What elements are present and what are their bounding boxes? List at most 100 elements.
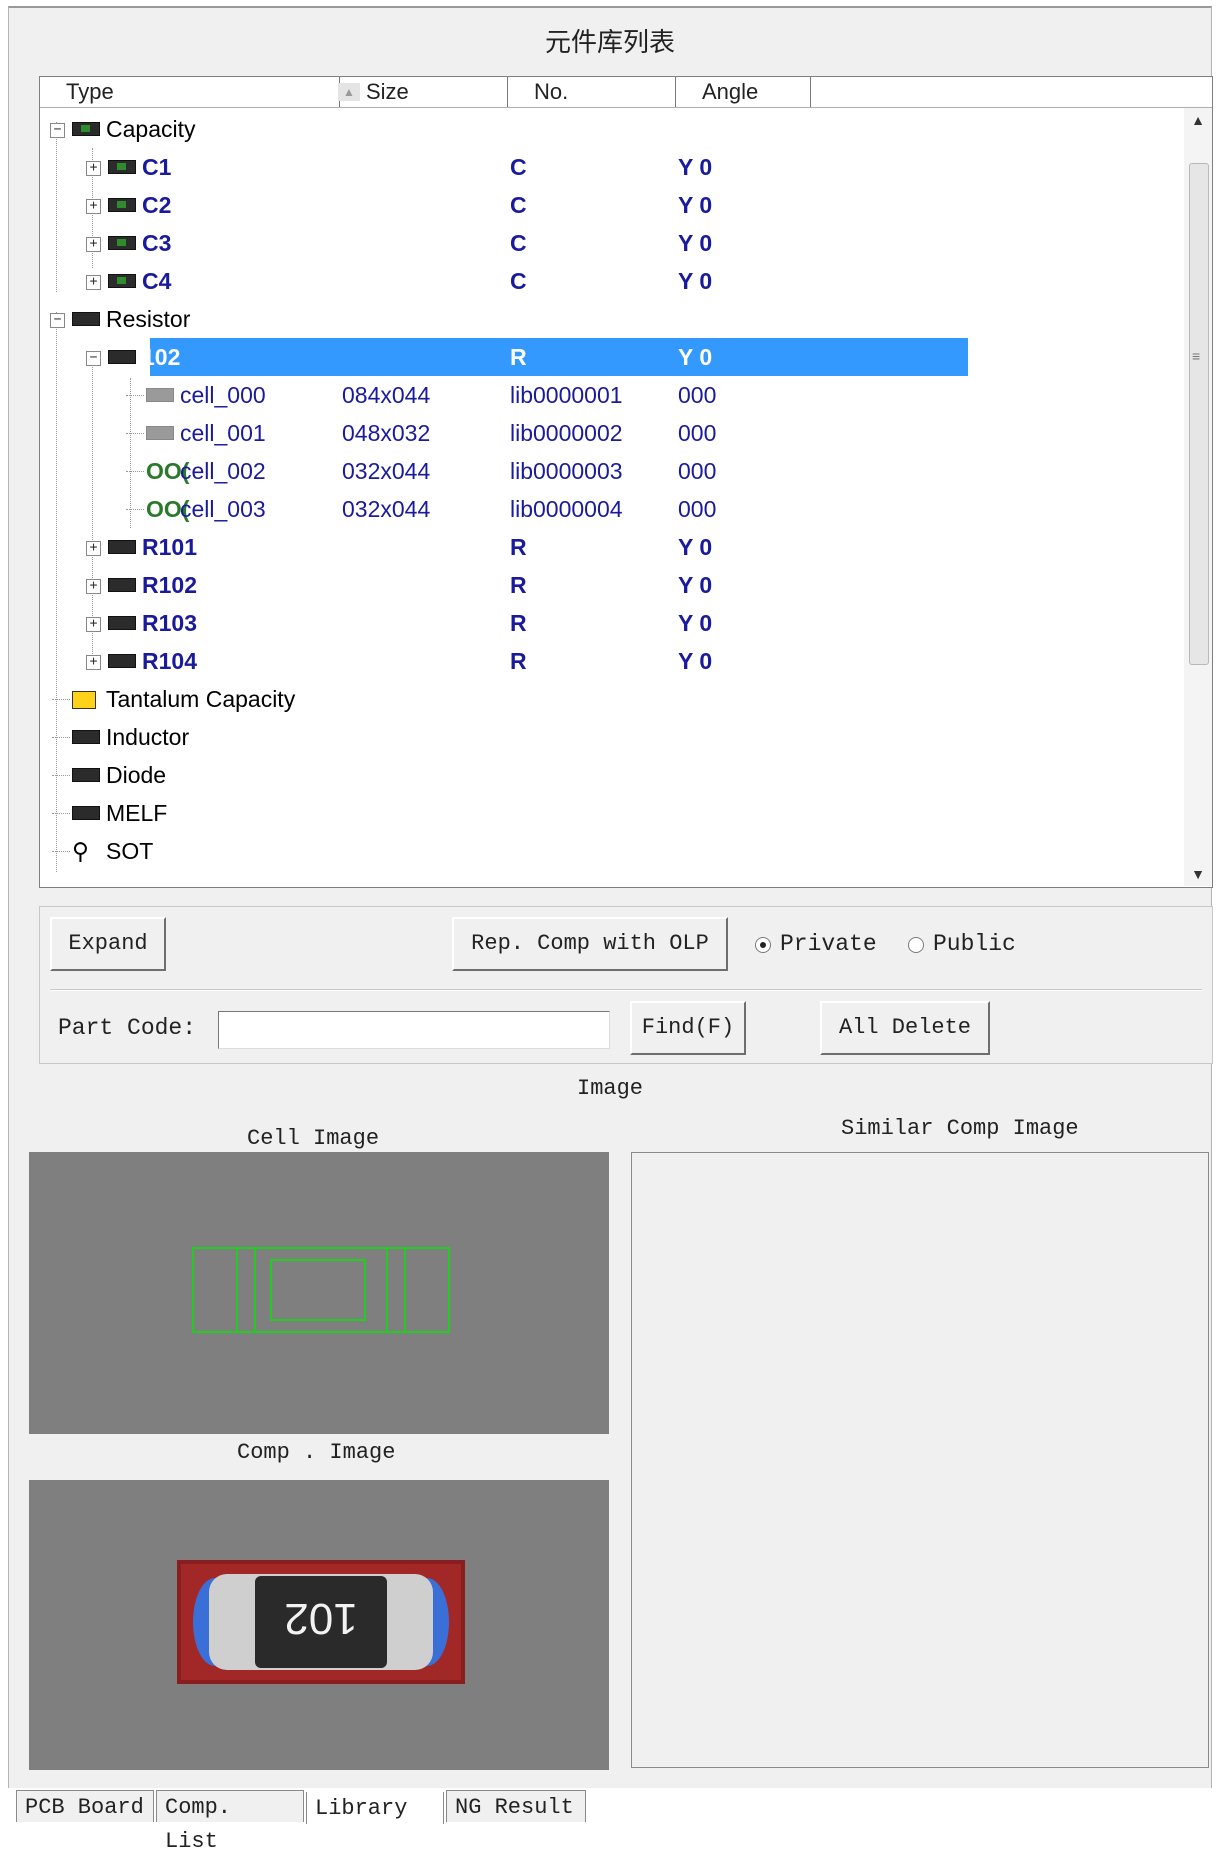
no-cell: lib0000001 xyxy=(510,382,623,408)
collapse-icon[interactable]: − xyxy=(50,313,65,328)
tree-label: 102 xyxy=(142,344,181,370)
expand-button[interactable]: Expand xyxy=(50,917,166,971)
tab-library[interactable]: Library xyxy=(306,1792,444,1824)
no-cell: R xyxy=(510,572,527,598)
tree-category[interactable]: Tantalum Capacity xyxy=(40,680,1183,718)
all-delete-button[interactable]: All Delete xyxy=(820,1001,990,1055)
no-cell: C xyxy=(510,192,527,218)
tree-category[interactable]: − Resistor xyxy=(40,300,1183,338)
tab-comp-list[interactable]: Comp. List xyxy=(156,1790,304,1854)
tree-part[interactable]: + R101 R Y 0 xyxy=(40,528,1183,566)
scroll-thumb[interactable] xyxy=(1189,163,1209,665)
tree-connector xyxy=(126,395,144,396)
scroll-down-icon[interactable]: ▼ xyxy=(1184,862,1212,886)
capacitor-chip-icon xyxy=(108,198,136,212)
angle-cell: Y 0 xyxy=(678,534,713,560)
melf-icon xyxy=(72,806,100,820)
resistor-chip-icon xyxy=(72,312,100,326)
tree-label: Capacity xyxy=(106,116,196,142)
tree-label: Resistor xyxy=(106,306,191,332)
resistor-chip-icon xyxy=(108,654,136,668)
angle-cell: Y 0 xyxy=(678,344,713,370)
tree-part[interactable]: + R103 R Y 0 xyxy=(40,604,1183,642)
tree-category[interactable]: ⚲ SOT xyxy=(40,832,1183,870)
tree-category[interactable]: Diode xyxy=(40,756,1183,794)
tree-body: − Capacity + C1 C Y 0 + C2 C Y 0 + C3 C Y 0 + C4 C Y 0 − Re… xyxy=(40,108,1183,886)
tree-label: Tantalum Capacity xyxy=(106,686,296,712)
public-label: Public xyxy=(933,931,1016,957)
tree-part[interactable]: − 102 R Y 0 xyxy=(86,338,968,376)
column-angle[interactable]: Angle xyxy=(676,77,811,107)
scroll-up-icon[interactable]: ▲ xyxy=(1184,108,1212,132)
part-code-input[interactable] xyxy=(218,1011,610,1049)
tree-part[interactable]: + C1 C Y 0 xyxy=(40,148,1183,186)
expand-icon[interactable]: + xyxy=(86,617,101,632)
tree-cell[interactable]: cell_000 084x044 lib0000001 000 xyxy=(40,376,1183,414)
tab-pcb-board[interactable]: PCB Board xyxy=(16,1790,154,1822)
tab-ng-result[interactable]: NG Result xyxy=(446,1790,586,1822)
panel-divider xyxy=(50,989,1202,991)
tree-cell[interactable]: OO(cell_003 032x044 lib0000004 000 xyxy=(40,490,1183,528)
tree-part[interactable]: + C2 C Y 0 xyxy=(40,186,1183,224)
resistor-chip-icon xyxy=(108,350,136,364)
tree-label: cell_000 xyxy=(180,382,266,408)
resistor-chip-icon xyxy=(108,578,136,592)
resistor-chip-icon xyxy=(108,616,136,630)
tree-category[interactable]: − Capacity xyxy=(40,110,1183,148)
capacitor-chip-icon xyxy=(108,274,136,288)
private-label: Private xyxy=(780,931,877,957)
tree-part[interactable]: + R102 R Y 0 xyxy=(40,566,1183,604)
window-title: 元件库列表 xyxy=(544,27,675,57)
tree-label: C3 xyxy=(142,230,172,256)
inductor-chip-icon xyxy=(72,730,100,744)
column-type[interactable]: Type xyxy=(40,77,340,107)
rep-comp-button[interactable]: Rep. Comp with OLP xyxy=(452,917,728,971)
angle-cell: 000 xyxy=(678,420,717,446)
similar-comp-label: Similar Comp Image xyxy=(841,1116,1079,1141)
part-code-label: Part Code: xyxy=(58,1015,197,1041)
angle-cell: Y 0 xyxy=(678,230,713,256)
find-button[interactable]: Find(F) xyxy=(630,1001,746,1055)
column-size[interactable]: Size xyxy=(340,77,508,107)
no-cell: R xyxy=(510,648,527,674)
collapse-icon[interactable]: − xyxy=(50,123,65,138)
tree-connector xyxy=(52,737,70,738)
bottom-tabs: PCB Board Comp. List Library NG Result xyxy=(16,1790,816,1854)
tree-category[interactable]: Inductor xyxy=(40,718,1183,756)
no-cell: lib0000003 xyxy=(510,458,623,484)
expand-icon[interactable]: + xyxy=(86,541,101,556)
expand-icon[interactable]: + xyxy=(86,655,101,670)
tree-cell[interactable]: OO(cell_002 032x044 lib0000003 000 xyxy=(40,452,1183,490)
expand-icon[interactable]: + xyxy=(86,161,101,176)
tree-label: C2 xyxy=(142,192,172,218)
tree-part[interactable]: + R104 R Y 0 xyxy=(40,642,1183,680)
vertical-scrollbar[interactable]: ▲ ≡ ▼ xyxy=(1184,108,1212,886)
tree-part[interactable]: + C3 C Y 0 xyxy=(40,224,1183,262)
angle-cell: Y 0 xyxy=(678,154,713,180)
column-no[interactable]: No. xyxy=(508,77,676,107)
collapse-icon[interactable]: − xyxy=(86,351,101,366)
tree-category[interactable]: MELF xyxy=(40,794,1183,832)
expand-icon[interactable]: + xyxy=(86,275,101,290)
public-radio[interactable] xyxy=(908,937,924,953)
column-header: Type ▲ Size No. Angle xyxy=(40,77,1212,108)
expand-icon[interactable]: + xyxy=(86,199,101,214)
tree-label: C1 xyxy=(142,154,172,180)
tree-connector xyxy=(126,509,144,510)
size-cell: 032x044 xyxy=(342,496,431,522)
library-tree[interactable]: Type ▲ Size No. Angle − Capacity + C1 C Y 0 + C… xyxy=(39,76,1213,888)
cell-image-label: Cell Image xyxy=(247,1126,380,1151)
no-cell: R xyxy=(510,344,527,370)
tree-cell[interactable]: cell_001 048x032 lib0000002 000 xyxy=(40,414,1183,452)
angle-cell: Y 0 xyxy=(678,572,713,598)
tree-label: SOT xyxy=(106,838,154,864)
tree-label: R101 xyxy=(142,534,197,560)
private-radio[interactable] xyxy=(755,937,771,953)
expand-icon[interactable]: + xyxy=(86,579,101,594)
tree-label: cell_001 xyxy=(180,420,266,446)
tree-part[interactable]: + C4 C Y 0 xyxy=(40,262,1183,300)
cell-outline-drawing xyxy=(192,1247,450,1333)
expand-icon[interactable]: + xyxy=(86,237,101,252)
scroll-grip-icon: ≡ xyxy=(1192,348,1201,364)
comp-image-label: Comp . Image xyxy=(237,1440,396,1465)
